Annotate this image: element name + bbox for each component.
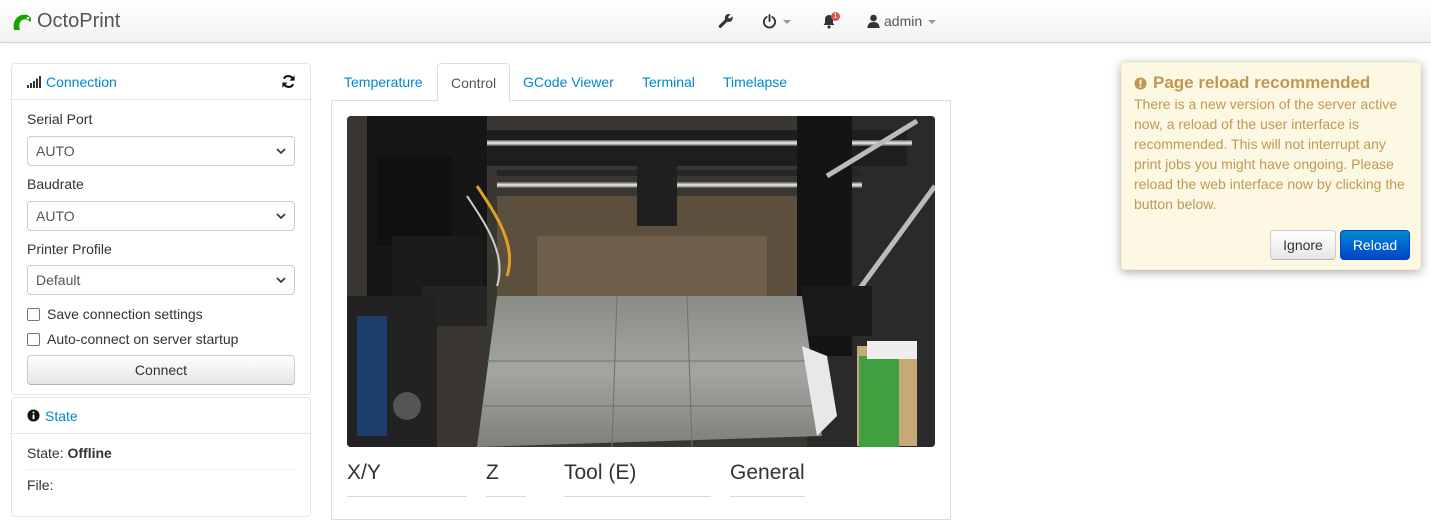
chevron-down-icon: [276, 213, 286, 220]
divider: [347, 496, 467, 497]
auto-connect-row: Auto-connect on server startup: [27, 331, 238, 347]
printer-profile-value: Default: [36, 272, 81, 288]
divider: [27, 469, 295, 470]
tab-temperature[interactable]: Temperature: [331, 63, 436, 101]
baudrate-label: Baudrate: [27, 176, 84, 192]
section-tool-heading: Tool (E): [564, 461, 637, 484]
main-tabs: Temperature Control GCode Viewer Termina…: [331, 63, 951, 102]
chevron-down-icon: [276, 277, 286, 284]
section-xy-heading: X/Y: [347, 461, 381, 484]
save-connection-settings-label[interactable]: Save connection settings: [47, 306, 203, 322]
connection-panel: Connection Serial Port AUTO Baudrate AUT…: [11, 63, 311, 395]
notifications-button[interactable]: 1: [822, 0, 840, 42]
refresh-icon[interactable]: [281, 74, 296, 89]
octoprint-logo-icon: [13, 14, 31, 30]
printer-profile-label: Printer Profile: [27, 241, 112, 257]
chevron-down-icon: [928, 20, 937, 24]
wrench-icon: [718, 13, 733, 28]
reload-notification: Page reload recommended There is a new v…: [1121, 62, 1421, 270]
signal-icon: [27, 75, 41, 88]
auto-connect-checkbox[interactable]: [27, 332, 40, 346]
exclamation-circle-icon: [1134, 76, 1147, 90]
save-connection-settings-row: Save connection settings: [27, 306, 203, 322]
state-title[interactable]: State: [45, 408, 78, 424]
user-name: admin: [884, 13, 923, 29]
save-connection-settings-checkbox[interactable]: [27, 307, 40, 321]
top-navbar: OctoPrint 1 admin: [0, 0, 1431, 43]
printer-profile-select[interactable]: Default: [27, 265, 295, 295]
brand[interactable]: OctoPrint: [11, 8, 120, 34]
settings-button[interactable]: [718, 0, 734, 42]
state-panel-heading[interactable]: State: [12, 398, 310, 434]
webcam-image: [347, 116, 935, 447]
webcam-stream: [347, 116, 935, 447]
connect-button[interactable]: Connect: [27, 355, 295, 385]
notification-title-row: Page reload recommended: [1134, 73, 1370, 93]
file-line: File:: [27, 477, 53, 493]
divider: [486, 496, 526, 497]
divider: [730, 496, 805, 497]
notification-title: Page reload recommended: [1153, 73, 1371, 92]
tab-timelapse[interactable]: Timelapse: [710, 63, 800, 101]
state-label: State:: [27, 445, 64, 461]
state-panel: State State: Offline File:: [11, 397, 311, 517]
info-icon: [27, 409, 40, 422]
user-menu-button[interactable]: admin: [867, 0, 937, 42]
reload-button[interactable]: Reload: [1340, 230, 1410, 260]
user-icon: [867, 14, 880, 28]
serial-port-label: Serial Port: [27, 111, 93, 127]
connection-title[interactable]: Connection: [46, 74, 117, 90]
serial-port-value: AUTO: [36, 143, 75, 159]
serial-port-select[interactable]: AUTO: [27, 136, 295, 166]
section-z-heading: Z: [486, 461, 499, 484]
tab-control[interactable]: Control: [437, 63, 511, 102]
brand-name: OctoPrint: [37, 9, 121, 32]
chevron-down-icon: [783, 20, 791, 24]
tab-gcode-viewer[interactable]: GCode Viewer: [510, 63, 627, 101]
notification-message: There is a new version of the server act…: [1134, 96, 1405, 212]
chevron-down-icon: [276, 148, 286, 155]
tab-terminal[interactable]: Terminal: [629, 63, 708, 101]
notification-badge: 1: [831, 12, 840, 21]
file-label: File:: [27, 477, 54, 493]
power-icon: [762, 13, 777, 28]
auto-connect-label[interactable]: Auto-connect on server startup: [47, 331, 238, 347]
connection-panel-heading[interactable]: Connection: [12, 64, 310, 100]
baudrate-value: AUTO: [36, 208, 75, 224]
state-value: Offline: [67, 445, 112, 461]
system-menu-button[interactable]: [762, 0, 791, 42]
ignore-button[interactable]: Ignore: [1270, 230, 1336, 260]
baudrate-select[interactable]: AUTO: [27, 201, 295, 231]
section-general-heading: General: [730, 461, 805, 484]
divider: [564, 496, 711, 497]
state-line: State: Offline: [27, 445, 112, 461]
